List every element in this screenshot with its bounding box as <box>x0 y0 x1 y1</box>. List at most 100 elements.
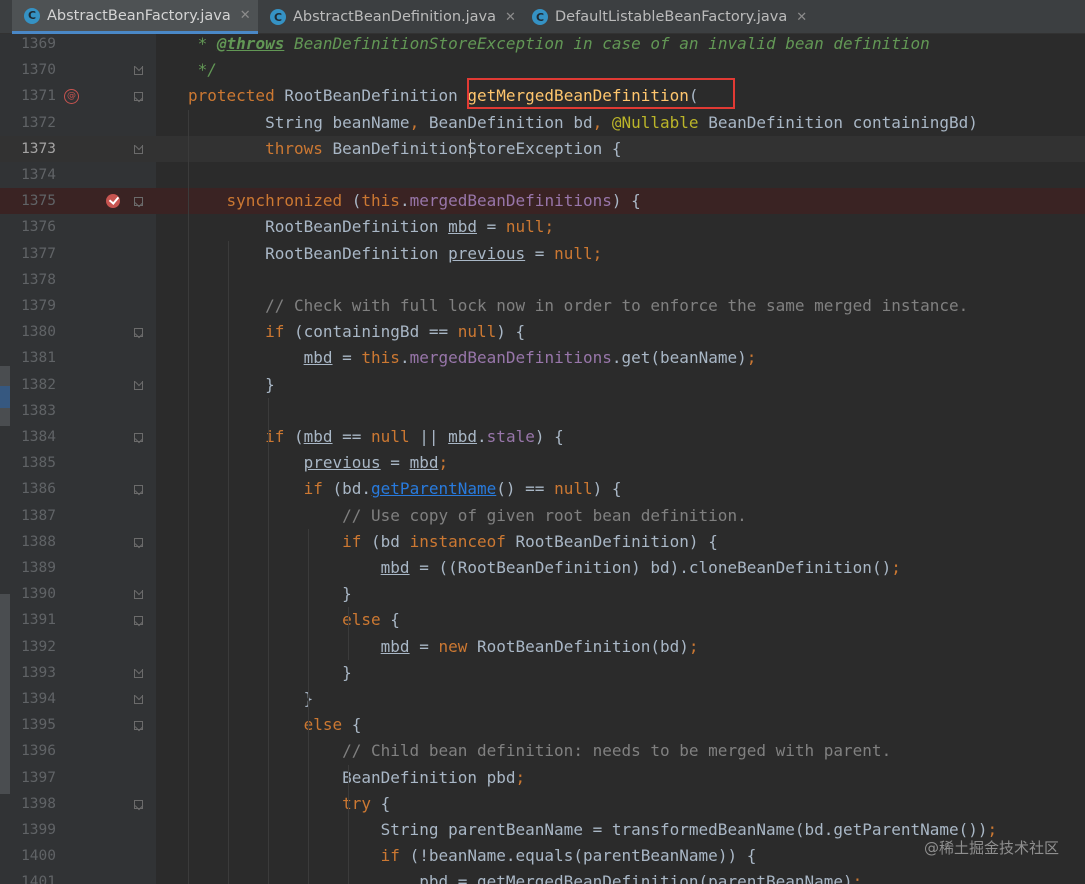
fold-icon[interactable] <box>134 616 143 626</box>
fold-icon[interactable] <box>134 380 143 390</box>
code-line[interactable]: 1392 mbd = new RootBeanDefinition(bd); <box>0 634 1085 660</box>
code-line[interactable]: 1373 throws BeanDefinitionStoreException… <box>0 135 1085 162</box>
code-line[interactable]: 1369 * @throws BeanDefinitionStoreExcept… <box>0 34 1085 57</box>
close-icon[interactable]: ✕ <box>796 10 807 25</box>
code-token: // Check with full lock now in order to … <box>188 296 969 315</box>
code-token: ) { <box>592 479 622 499</box>
breakpoint-icon[interactable] <box>106 194 120 209</box>
code-token: this <box>361 191 400 211</box>
close-icon[interactable]: ✕ <box>505 10 516 25</box>
code-line[interactable]: 1401 pbd = getMergedBeanDefinition(paren… <box>0 869 1085 884</box>
fold-icon[interactable] <box>134 328 143 338</box>
code-token: null; <box>505 217 555 237</box>
overridden-method-icon[interactable]: @ <box>64 89 79 105</box>
code-line[interactable]: 1380 if (containingBd == null) { <box>0 319 1085 345</box>
tab-defaultlistablebeanfactory[interactable]: C DefaultListableBeanFactory.java ✕ <box>532 0 807 34</box>
fold-icon[interactable] <box>134 433 143 442</box>
code-token: // Use copy of given root bean definitio… <box>188 505 747 525</box>
code-text: // Child bean definition: needs to be me… <box>188 738 891 764</box>
fold-icon[interactable] <box>134 799 143 809</box>
code-token: mergedBeanDefinitions <box>409 191 612 211</box>
code-line[interactable]: 1372 String beanName, BeanDefinition bd,… <box>0 110 1085 136</box>
code-line[interactable]: 1394 } <box>0 686 1085 712</box>
code-line[interactable]: 1389 mbd = ((RootBeanDefinition) bd).clo… <box>0 555 1085 581</box>
code-token: BeanDefinitionStoreException { <box>332 138 622 158</box>
code-token: = <box>525 243 555 263</box>
code-token: if <box>188 322 294 342</box>
tab-abstractbeandefinition[interactable]: C AbstractBeanDefinition.java ✕ <box>270 0 516 34</box>
code-text: } <box>188 660 352 686</box>
fold-icon[interactable] <box>134 66 143 76</box>
close-icon[interactable]: ✕ <box>240 8 251 23</box>
code-line[interactable]: 1382 } <box>0 372 1085 398</box>
code-token: protected <box>188 86 285 106</box>
code-token: mbd <box>303 427 333 446</box>
code-line[interactable]: 1400 if (!beanName.equals(parentBeanName… <box>0 843 1085 869</box>
code-token: RootBeanDefinition) { <box>515 531 718 551</box>
code-line[interactable]: 1391 else { <box>0 607 1085 633</box>
line-number: 1382 <box>21 376 56 393</box>
code-line[interactable]: 1396 // Child bean definition: needs to … <box>0 738 1085 764</box>
fold-icon[interactable] <box>134 92 143 102</box>
line-number: 1395 <box>21 717 56 734</box>
code-line[interactable]: 1381 mbd = this.mergedBeanDefinitions.ge… <box>0 345 1085 371</box>
code-token: (bd <box>371 531 410 551</box>
code-token: if <box>188 846 410 866</box>
code-token: ( <box>293 427 304 446</box>
tab-abstractbeanfactory[interactable]: C AbstractBeanFactory.java ✕ <box>12 0 258 34</box>
code-line[interactable]: 1393 } <box>0 660 1085 686</box>
code-line[interactable]: 1374 <box>0 162 1085 188</box>
code-token: mbd <box>380 558 410 577</box>
code-token: mbd <box>448 217 477 237</box>
code-token: . <box>399 191 410 211</box>
line-number: 1381 <box>21 350 56 367</box>
code-line[interactable]: 1395 else { <box>0 712 1085 738</box>
code-text: RootBeanDefinition mbd = null; <box>188 214 554 240</box>
code-line[interactable]: 1376 RootBeanDefinition mbd = null; <box>0 214 1085 240</box>
code-line[interactable]: 1387 // Use copy of given root bean defi… <box>0 503 1085 529</box>
code-line[interactable]: 1386 if (bd.getParentName() == null) { <box>0 476 1085 502</box>
tab-label: AbstractBeanDefinition.java <box>293 9 497 25</box>
code-line[interactable]: 1377 RootBeanDefinition previous = null; <box>0 241 1085 267</box>
code-line[interactable]: 1375 synchronized (this.mergedBeanDefini… <box>0 188 1085 215</box>
code-token: mergedBeanDefinitions <box>409 348 612 368</box>
code-text: BeanDefinition pbd; <box>188 765 525 791</box>
line-number: 1371 <box>21 88 56 105</box>
indent-guide <box>348 607 349 660</box>
fold-icon[interactable] <box>134 537 143 547</box>
code-text: mbd = ((RootBeanDefinition) bd).cloneBea… <box>188 555 901 581</box>
code-token: (!beanName.equals(parentBeanName)) { <box>409 846 757 866</box>
fold-icon[interactable] <box>134 590 143 600</box>
editor-tab-bar: C AbstractBeanFactory.java ✕ C AbstractB… <box>0 0 1085 34</box>
code-token: { <box>380 793 391 813</box>
fold-icon[interactable] <box>134 721 143 731</box>
code-text: */ <box>188 57 217 83</box>
code-token: @Nullable <box>611 112 709 132</box>
tab-label: AbstractBeanFactory.java <box>47 7 231 24</box>
code-line[interactable]: 1397 BeanDefinition pbd; <box>0 765 1085 791</box>
fold-icon[interactable] <box>134 197 143 207</box>
code-token: { <box>390 610 400 630</box>
class-icon: C <box>270 9 286 25</box>
code-token: BeanDefinitionStoreException in case of … <box>284 34 930 53</box>
fold-icon[interactable] <box>134 668 143 678</box>
code-line[interactable]: 1378 <box>0 267 1085 293</box>
code-line[interactable]: 1384 if (mbd == null || mbd.stale) { <box>0 424 1085 450</box>
line-number: 1400 <box>21 848 56 865</box>
code-line[interactable]: 1399 String parentBeanName = transformed… <box>0 817 1085 843</box>
code-editor[interactable]: 1369 * @throws BeanDefinitionStoreExcept… <box>0 34 1085 884</box>
code-line[interactable]: 1388 if (bd instanceof RootBeanDefinitio… <box>0 529 1085 555</box>
fold-icon[interactable] <box>134 695 143 704</box>
code-line[interactable]: 1390 } <box>0 581 1085 607</box>
code-token: mbd <box>303 348 333 368</box>
code-line[interactable]: 1398 try { <box>0 791 1085 817</box>
indent-guide <box>188 109 189 884</box>
line-number: 1390 <box>21 586 56 603</box>
code-line[interactable]: 1385 previous = mbd; <box>0 450 1085 476</box>
highlight-box <box>467 78 735 109</box>
code-line[interactable]: 1383 <box>0 398 1085 424</box>
fold-icon[interactable] <box>134 144 143 154</box>
fold-icon[interactable] <box>134 485 143 495</box>
code-line[interactable]: 1379 // Check with full lock now in orde… <box>0 293 1085 319</box>
